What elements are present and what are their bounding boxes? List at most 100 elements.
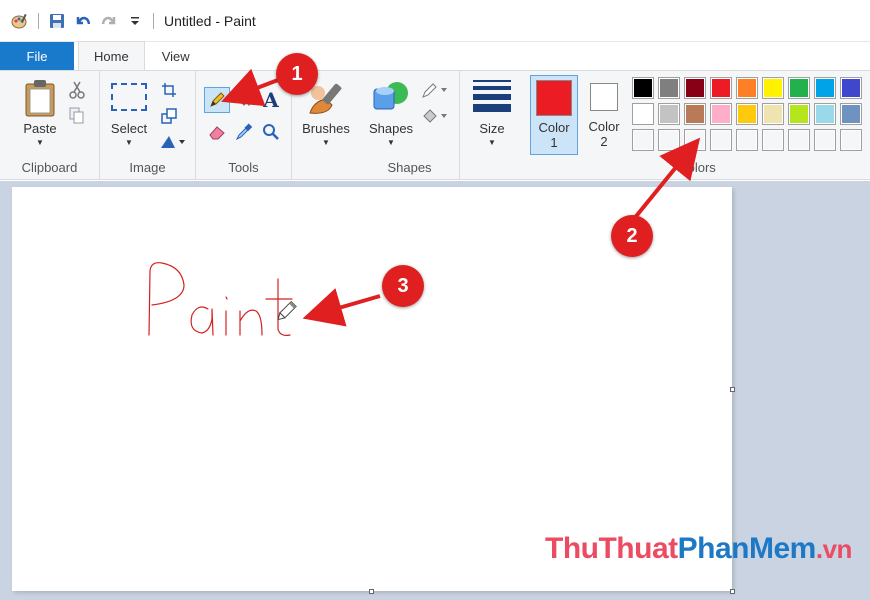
palette-swatch[interactable]: [814, 129, 836, 151]
palette-swatch[interactable]: [736, 103, 758, 125]
rotate-icon[interactable]: [158, 131, 188, 153]
pencil-cursor-icon: [277, 300, 297, 321]
tools-group-label: Tools: [228, 160, 259, 175]
separator: [38, 12, 39, 29]
chevron-down-icon: ▼: [36, 138, 44, 147]
watermark-part3: .vn: [815, 534, 853, 564]
color1-number: 1: [550, 135, 558, 150]
color-palette: [632, 77, 870, 157]
chevron-down-icon: ▼: [125, 138, 133, 147]
palette-swatch[interactable]: [736, 77, 758, 99]
shapes-group-label: Shapes: [387, 160, 432, 175]
annotation-badge-3: 3: [382, 265, 424, 307]
select-label: Select: [110, 121, 148, 136]
redo-icon[interactable]: [99, 11, 119, 31]
chevron-down-icon: ▼: [322, 138, 330, 147]
image-group-label: Image: [129, 160, 166, 175]
palette-swatch[interactable]: [710, 103, 732, 125]
palette-swatch[interactable]: [840, 77, 862, 99]
annotation-badge-1: 1: [276, 53, 318, 95]
palette-swatch[interactable]: [710, 77, 732, 99]
tab-view[interactable]: View: [147, 42, 205, 70]
tab-file[interactable]: File: [0, 42, 74, 70]
fill-shape-icon[interactable]: [420, 105, 450, 127]
resize-icon[interactable]: [158, 105, 180, 127]
palette-swatch[interactable]: [684, 77, 706, 99]
palette-swatch[interactable]: [658, 129, 680, 151]
select-rectangle-icon: [111, 83, 147, 111]
palette-swatch[interactable]: [840, 103, 862, 125]
palette-swatch[interactable]: [840, 129, 862, 151]
outline-icon[interactable]: [420, 79, 450, 101]
color1-swatch: [536, 80, 572, 116]
color2-label: Color: [588, 119, 620, 134]
clipboard-group: Paste ▼ Clipboard: [0, 71, 100, 179]
tab-home[interactable]: Home: [78, 41, 145, 70]
palette-swatch[interactable]: [762, 77, 784, 99]
image-group: Select ▼ Image: [100, 71, 196, 179]
save-icon[interactable]: [47, 11, 67, 31]
ribbon: Paste ▼ Clipboard Select ▼ Image A Tools…: [0, 70, 870, 180]
annotation-badge-2: 2: [611, 215, 653, 257]
palette-swatch[interactable]: [814, 103, 836, 125]
palette-swatch[interactable]: [788, 129, 810, 151]
palette-swatch[interactable]: [710, 129, 732, 151]
colors-group: Color 1 Color 2 Colors: [524, 71, 870, 179]
palette-swatch[interactable]: [736, 129, 758, 151]
palette-swatch[interactable]: [632, 129, 654, 151]
pencil-icon[interactable]: [204, 87, 230, 113]
select-button[interactable]: Select ▼: [108, 83, 150, 147]
palette-swatch[interactable]: [658, 103, 680, 125]
palette-swatch[interactable]: [788, 77, 810, 99]
customize-quick-access-icon[interactable]: [125, 11, 145, 31]
color-picker-icon[interactable]: [233, 121, 255, 143]
fill-icon[interactable]: [233, 89, 255, 111]
clipboard-group-label: Clipboard: [21, 160, 78, 175]
resize-handle-bottom[interactable]: [369, 589, 374, 594]
brushes-label: Brushes: [302, 121, 350, 136]
resize-handle-corner[interactable]: [730, 589, 735, 594]
resize-handle-right[interactable]: [730, 387, 735, 392]
eraser-icon[interactable]: [206, 121, 228, 143]
undo-icon[interactable]: [73, 11, 93, 31]
title-bar: Untitled - Paint: [0, 0, 870, 42]
palette-swatch[interactable]: [684, 129, 706, 151]
shapes-button[interactable]: Shapes ▼: [366, 79, 416, 147]
text-tool-icon[interactable]: A: [260, 88, 282, 112]
color2-swatch: [590, 83, 618, 111]
size-group: Size ▼: [460, 71, 524, 179]
color1-button[interactable]: Color 1: [530, 75, 578, 155]
watermark-part2: PhanMem: [677, 532, 817, 565]
shapes-group: Shapes ▼ Shapes: [360, 71, 460, 179]
size-label: Size: [479, 121, 505, 136]
palette-swatch[interactable]: [658, 77, 680, 99]
tools-group: A Tools: [196, 71, 292, 179]
chevron-down-icon: ▼: [488, 138, 496, 147]
shapes-label: Shapes: [368, 121, 414, 136]
paste-label: Paste: [23, 121, 57, 136]
colors-group-label: Colors: [678, 160, 716, 175]
crop-icon[interactable]: [158, 79, 180, 101]
watermark: ThuThuatPhanMem.vn: [545, 532, 852, 566]
palette-swatch[interactable]: [762, 129, 784, 151]
palette-swatch[interactable]: [788, 103, 810, 125]
cut-icon[interactable]: [66, 79, 88, 101]
palette-swatch[interactable]: [762, 103, 784, 125]
watermark-part1: ThuThuat: [545, 532, 678, 565]
paint-app-icon[interactable]: [10, 11, 30, 31]
line-width-icon: [473, 79, 511, 113]
copy-icon[interactable]: [66, 105, 88, 127]
color2-number: 2: [600, 134, 608, 149]
size-button[interactable]: Size ▼: [468, 79, 516, 147]
palette-swatch[interactable]: [814, 77, 836, 99]
palette-swatch[interactable]: [632, 77, 654, 99]
chevron-down-icon: ▼: [387, 138, 395, 147]
magnifier-icon[interactable]: [260, 121, 282, 143]
separator: [153, 12, 154, 29]
color2-button[interactable]: Color 2: [582, 75, 626, 155]
palette-swatch[interactable]: [632, 103, 654, 125]
clipboard-icon: [25, 80, 55, 117]
palette-swatch[interactable]: [684, 103, 706, 125]
paste-button[interactable]: Paste ▼: [14, 79, 66, 147]
shapes-icon: [373, 82, 408, 110]
